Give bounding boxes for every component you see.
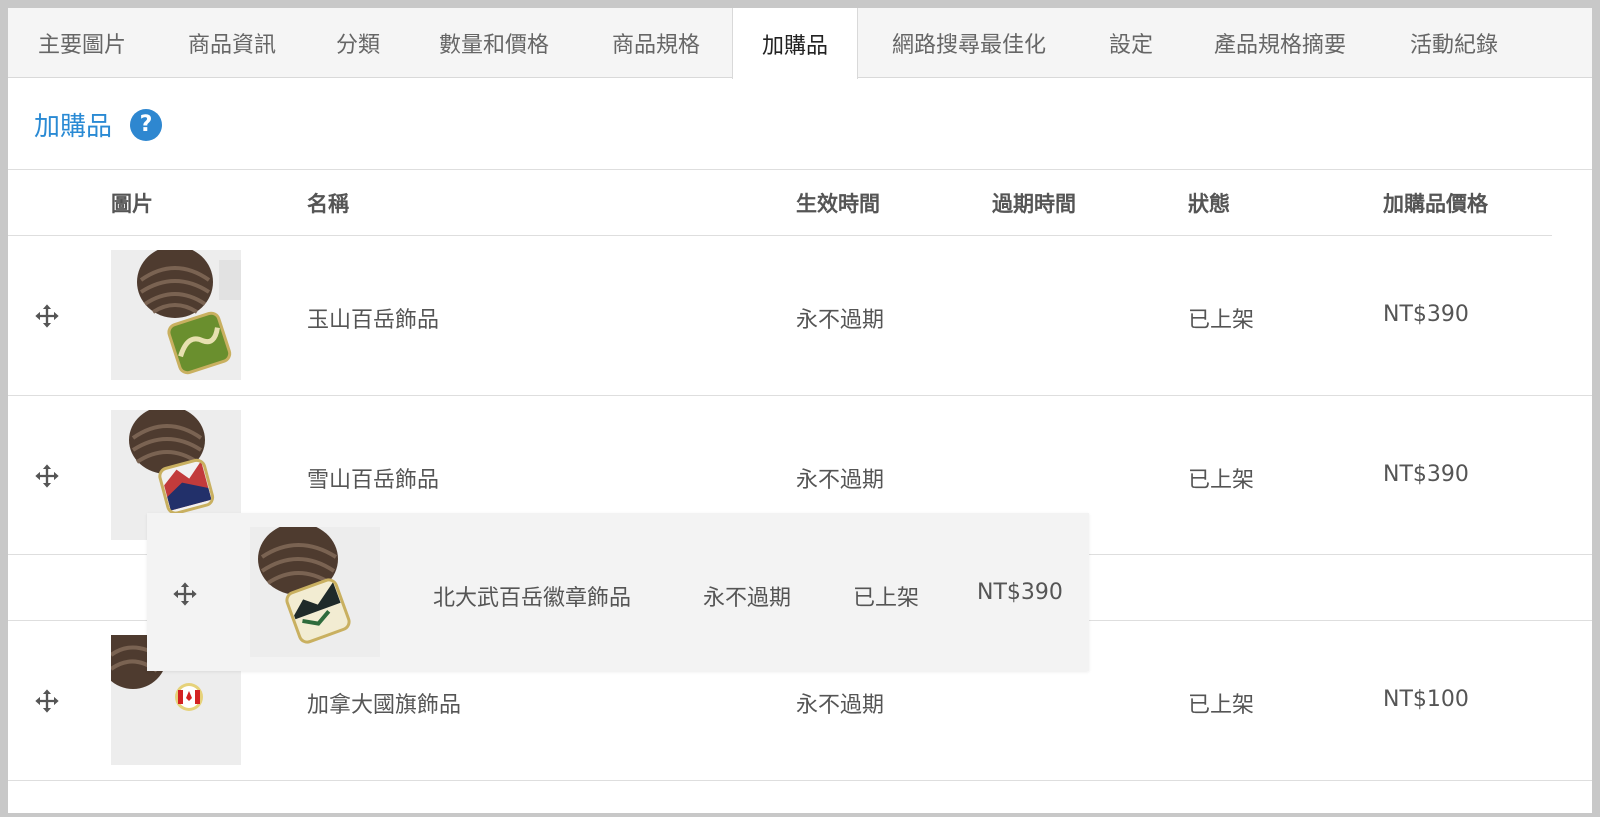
tab-category[interactable]: 分類 — [308, 8, 408, 78]
start-time: 永不過期 — [796, 693, 885, 718]
column-header-price: 加購品價格 — [1383, 192, 1488, 216]
price-text: NT$390 — [977, 580, 1063, 605]
column-header-expire-time: 過期時間 — [992, 192, 1076, 216]
product-name: 雪山百岳飾品 — [307, 468, 440, 493]
move-handle-icon[interactable] — [33, 302, 61, 330]
price-text: NT$100 — [1383, 687, 1469, 712]
start-time: 永不過期 — [703, 586, 792, 611]
start-time: 永不過期 — [796, 308, 885, 333]
section-title: 加購品 — [34, 112, 113, 142]
status-text: 已上架 — [1188, 693, 1255, 718]
status-text: 已上架 — [1188, 468, 1255, 493]
column-header-start-time: 生效時間 — [796, 192, 880, 216]
tab-specifications[interactable]: 商品規格 — [580, 8, 732, 78]
row-divider — [8, 780, 1592, 781]
tab-bar: 主要圖片 商品資訊 分類 數量和價格 商品規格 加購品 網路搜尋最佳化 設定 產… — [8, 8, 1592, 79]
tab-product-info[interactable]: 商品資訊 — [156, 8, 308, 78]
move-handle-icon[interactable] — [33, 687, 61, 715]
start-time: 永不過期 — [796, 468, 885, 493]
status-text: 已上架 — [1188, 308, 1255, 333]
tab-activity-log[interactable]: 活動紀錄 — [1378, 8, 1530, 78]
dragging-table-row[interactable]: 北大武百岳徽章飾品 永不過期 已上架 NT$390 — [147, 513, 1089, 671]
tab-main-images[interactable]: 主要圖片 — [8, 8, 156, 78]
product-thumbnail — [111, 250, 241, 380]
column-header-image: 圖片 — [111, 192, 153, 216]
question-circle-icon[interactable]: ? — [130, 108, 163, 141]
tab-seo[interactable]: 網路搜尋最佳化 — [858, 8, 1080, 78]
divider — [8, 169, 1592, 170]
product-name: 加拿大國旗飾品 — [307, 693, 462, 718]
tab-spec-summary[interactable]: 產品規格摘要 — [1182, 8, 1378, 78]
status-text: 已上架 — [853, 586, 920, 611]
product-thumbnail — [250, 527, 380, 657]
move-handle-icon[interactable] — [33, 462, 61, 490]
price-text: NT$390 — [1383, 462, 1469, 487]
section-header: 加購品 ? — [34, 106, 163, 143]
product-name: 北大武百岳徽章飾品 — [433, 586, 632, 611]
product-editor-panel: 主要圖片 商品資訊 分類 數量和價格 商品規格 加購品 網路搜尋最佳化 設定 產… — [8, 8, 1592, 813]
tab-quantity-price[interactable]: 數量和價格 — [408, 8, 580, 78]
price-text: NT$390 — [1383, 302, 1469, 327]
tab-settings[interactable]: 設定 — [1080, 8, 1182, 78]
table-row[interactable]: 玉山百岳飾品 永不過期 已上架 NT$390 — [8, 236, 1592, 395]
tab-add-on-products[interactable]: 加購品 — [732, 8, 858, 79]
column-header-status: 狀態 — [1188, 192, 1230, 216]
product-name: 玉山百岳飾品 — [307, 308, 440, 333]
column-header-name: 名稱 — [307, 192, 349, 216]
move-handle-icon[interactable] — [171, 580, 199, 608]
